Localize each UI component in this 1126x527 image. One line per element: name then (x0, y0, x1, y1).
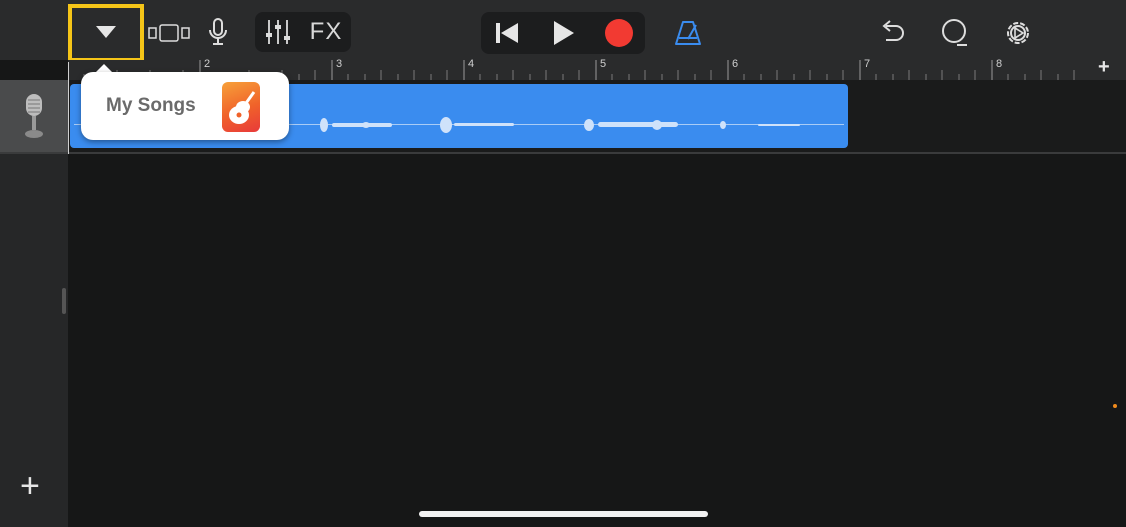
add-track-button[interactable]: + (20, 466, 40, 506)
bar-number: 4 (468, 58, 475, 70)
add-section-button[interactable]: + (1098, 56, 1110, 79)
track-header-audio-recorder[interactable] (0, 80, 68, 152)
bar-number: 8 (996, 58, 1003, 70)
my-songs-label: My Songs (106, 95, 196, 116)
rewind-icon (496, 23, 518, 43)
settings-icon (1007, 22, 1029, 44)
control-bar: FX (0, 0, 1126, 60)
undo-icon (882, 20, 904, 41)
microphone-icon (209, 18, 227, 45)
vintage-microphone-icon (25, 94, 43, 138)
bar-number: 7 (864, 58, 871, 70)
settings-button[interactable] (998, 14, 1038, 52)
record-button[interactable] (596, 14, 642, 52)
bar-number: 5 (600, 58, 607, 70)
orange-indicator-dot (1113, 404, 1117, 408)
lane-divider (0, 152, 1126, 154)
smart-controls-button[interactable] (198, 12, 238, 52)
loop-icon (942, 19, 967, 46)
home-indicator[interactable] (419, 511, 708, 517)
loop-browser-button[interactable] (934, 14, 974, 52)
playhead[interactable] (68, 62, 69, 154)
play-icon (554, 21, 574, 45)
my-songs-popup[interactable]: My Songs (81, 72, 289, 140)
undo-button[interactable] (872, 14, 912, 52)
record-icon (605, 19, 633, 47)
bar-number: 2 (204, 58, 211, 70)
resize-handle[interactable] (62, 288, 66, 314)
go-to-beginning-button[interactable] (484, 14, 530, 52)
garageband-app-icon (222, 82, 260, 132)
bar-number: 6 (732, 58, 739, 70)
mixer-icon (266, 20, 290, 44)
browser-view-icon (148, 24, 190, 42)
play-button[interactable] (540, 14, 586, 52)
highlight-box (68, 4, 144, 62)
metronome-button[interactable] (668, 14, 708, 52)
view-toggle-button[interactable] (146, 14, 192, 52)
mixer-button[interactable] (258, 14, 298, 50)
bar-number: 3 (336, 58, 343, 70)
metronome-icon (675, 21, 701, 45)
fx-button[interactable]: FX (304, 14, 348, 50)
